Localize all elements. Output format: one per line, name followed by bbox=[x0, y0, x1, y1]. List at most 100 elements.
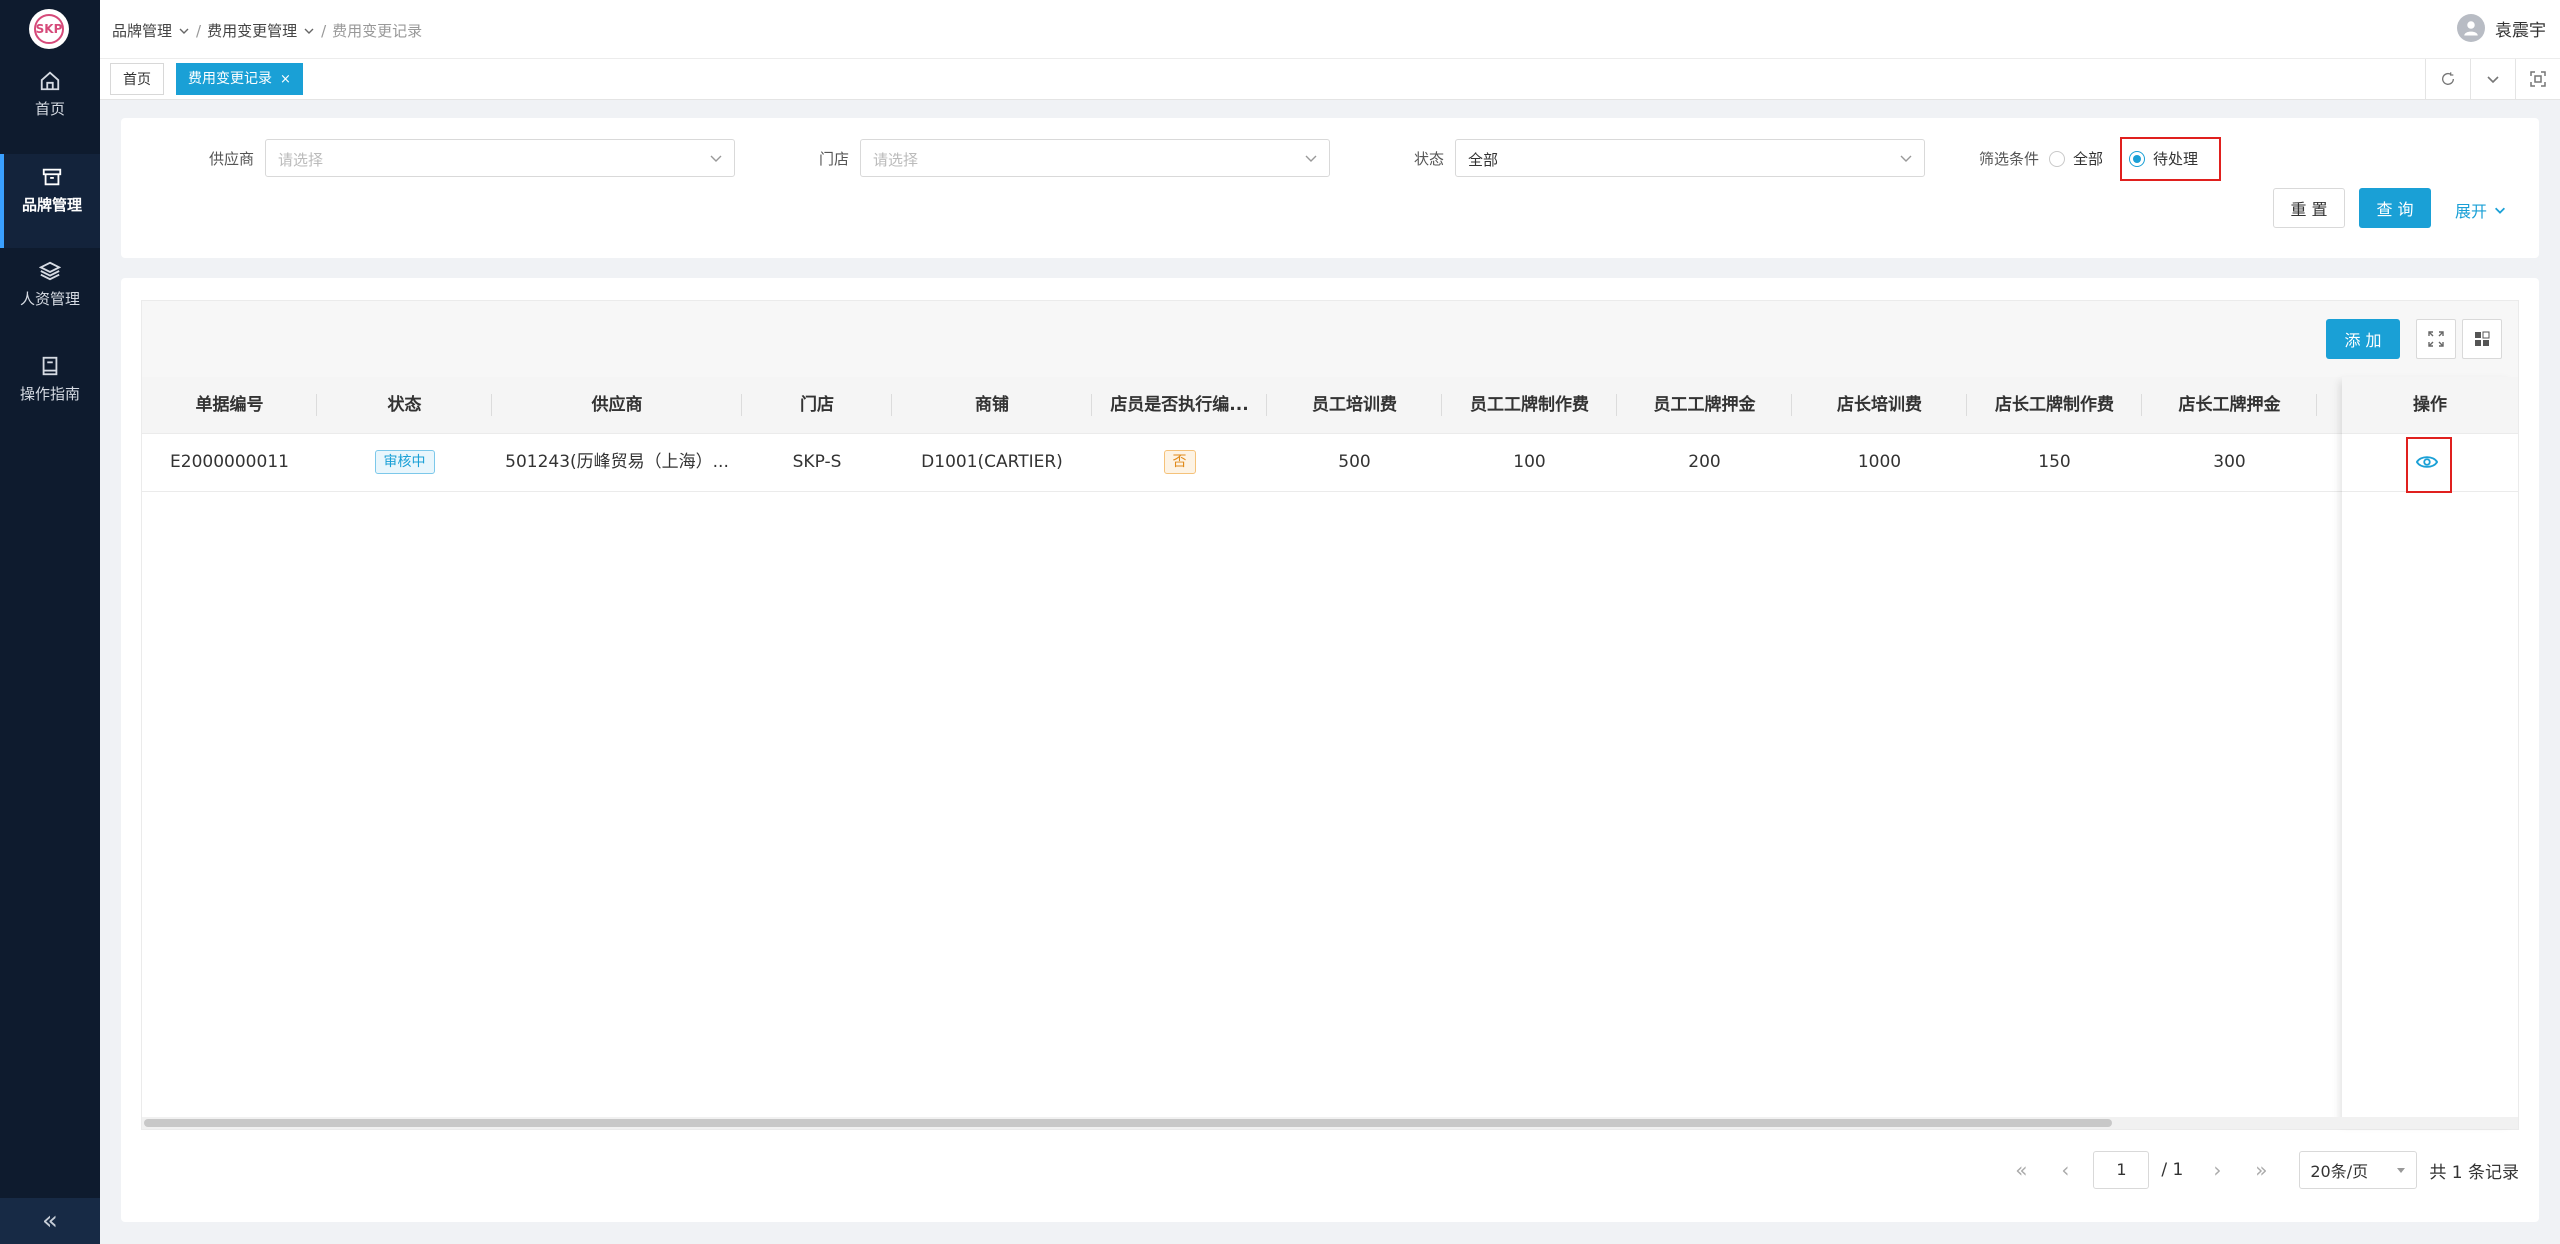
breadcrumb-separator: / bbox=[321, 21, 327, 40]
filter-panel: 供应商 请选择 门店 请选择 状态 全部 筛选条件 全部 待处理 重 置 查 询… bbox=[121, 118, 2539, 258]
radio-circle-checked bbox=[2129, 150, 2145, 167]
condition-radio-all[interactable]: 全部 bbox=[2049, 148, 2103, 169]
double-chevron-left-icon: « bbox=[42, 1206, 58, 1236]
close-icon[interactable]: × bbox=[280, 72, 291, 87]
store-label: 门店 bbox=[819, 150, 850, 168]
sidebar-collapse-button[interactable]: « bbox=[0, 1198, 100, 1244]
app-logo[interactable]: SKP bbox=[29, 9, 69, 49]
horizontal-scrollbar[interactable] bbox=[142, 1117, 2518, 1129]
sidebar-item-home[interactable]: 首页 bbox=[0, 58, 100, 152]
cell-id: E2000000011 bbox=[170, 452, 289, 472]
condition-label: 筛选条件 bbox=[1979, 150, 2040, 168]
radio-label: 全部 bbox=[2073, 150, 2104, 168]
expand-toggle[interactable]: 展开 bbox=[2455, 198, 2507, 222]
user-menu[interactable]: 袁震宇 bbox=[2457, 14, 2546, 42]
column-header-label: 单据编号 bbox=[195, 395, 264, 415]
column-settings-button[interactable] bbox=[2462, 319, 2502, 359]
chevron-down-icon bbox=[2487, 76, 2499, 84]
column-header-label: 供应商 bbox=[591, 395, 643, 415]
next-page-button[interactable]: › bbox=[2195, 1150, 2239, 1190]
column-header: 供应商 bbox=[492, 377, 742, 433]
column-header: 店长工牌制作费 bbox=[1967, 377, 2142, 433]
action-column: 操作 bbox=[2342, 377, 2518, 1129]
pagination: « ‹ 1 / 1 › » 20条/页 共 1 条记录 bbox=[1999, 1150, 2519, 1190]
status-select[interactable]: 全部 bbox=[1455, 139, 1925, 177]
total-pages: / 1 bbox=[2161, 1160, 2184, 1180]
page-size-select[interactable]: 20条/页 bbox=[2299, 1151, 2418, 1189]
table-fullscreen-button[interactable] bbox=[2416, 319, 2456, 359]
exec-badge: 否 bbox=[1163, 450, 1196, 474]
home-icon bbox=[40, 71, 60, 91]
supplier-label: 供应商 bbox=[209, 150, 255, 168]
breadcrumb-separator: / bbox=[196, 21, 202, 40]
column-header: 单据编号 bbox=[142, 377, 317, 433]
layers-icon bbox=[39, 261, 61, 281]
breadcrumb: 品牌管理 / 费用变更管理 / 费用变更记录 bbox=[112, 20, 422, 41]
breadcrumb-item[interactable]: 品牌管理 bbox=[112, 20, 172, 41]
sidebar-item-guide[interactable]: 操作指南 bbox=[0, 343, 100, 437]
reset-button[interactable]: 重 置 bbox=[2273, 188, 2345, 228]
tab-label: 费用变更记录 bbox=[188, 71, 272, 87]
table-toolbar: 添 加 bbox=[142, 301, 2518, 377]
avatar bbox=[2457, 14, 2485, 42]
page-number-input[interactable]: 1 bbox=[2093, 1151, 2150, 1189]
add-button[interactable]: 添 加 bbox=[2326, 319, 2400, 359]
query-button[interactable]: 查 询 bbox=[2359, 188, 2431, 228]
column-header: 商铺 bbox=[892, 377, 1092, 433]
sidebar-item-label: 操作指南 bbox=[19, 385, 80, 403]
column-header: 门店 bbox=[742, 377, 892, 433]
sidebar-item-label: 品牌管理 bbox=[21, 196, 82, 214]
chevron-down-icon bbox=[1900, 155, 1912, 162]
archive-icon bbox=[42, 168, 62, 186]
status-value: 全部 bbox=[1468, 151, 1499, 169]
supplier-select[interactable]: 请选择 bbox=[265, 139, 735, 177]
page-size-value: 20条/页 bbox=[2310, 1162, 2369, 1181]
user-icon bbox=[2464, 21, 2478, 36]
sidebar-item-brand[interactable]: 品牌管理 bbox=[0, 154, 100, 248]
eye-icon[interactable] bbox=[2416, 451, 2438, 473]
condition-radio-pending[interactable]: 待处理 bbox=[2129, 148, 2198, 169]
cell-exec: 否 bbox=[1092, 433, 1267, 491]
first-page-button[interactable]: « bbox=[1999, 1150, 2043, 1190]
fullscreen-icon bbox=[2530, 71, 2546, 87]
cell-mgr-badge: 150 bbox=[2038, 452, 2071, 472]
column-header: 店员是否执行编... bbox=[1092, 377, 1267, 433]
prev-page-button[interactable]: ‹ bbox=[2043, 1150, 2087, 1190]
tab-tools bbox=[2425, 59, 2560, 99]
column-header: 员工工牌押金 bbox=[1617, 377, 1792, 433]
refresh-button[interactable] bbox=[2425, 59, 2470, 99]
status-badge: 审核中 bbox=[374, 450, 435, 474]
scrollbar-thumb[interactable] bbox=[144, 1119, 2112, 1127]
double-chevron-right-icon: » bbox=[2255, 1158, 2268, 1182]
grid-icon bbox=[2475, 331, 2490, 346]
sidebar-item-label: 人资管理 bbox=[19, 290, 80, 308]
store-placeholder: 请选择 bbox=[873, 151, 919, 169]
breadcrumb-item-current: 费用变更记录 bbox=[332, 22, 423, 40]
sidebar-item-hr[interactable]: 人资管理 bbox=[0, 248, 100, 342]
chevron-down-icon bbox=[304, 28, 314, 34]
logo-mark: SKP bbox=[34, 14, 64, 44]
action-cell bbox=[2342, 433, 2518, 493]
table-row[interactable]: E2000000011 审核中 501243(历峰贸易（上海）... SKP-S… bbox=[142, 433, 2518, 492]
breadcrumb-item[interactable]: 费用变更管理 bbox=[207, 20, 297, 41]
column-header-label: 员工培训费 bbox=[1312, 395, 1397, 415]
column-header-label: 门店 bbox=[800, 395, 834, 415]
column-header-label: 员工工牌制作费 bbox=[1470, 395, 1589, 415]
tab-fee-change-record[interactable]: 费用变更记录 × bbox=[176, 63, 303, 95]
fullscreen-button[interactable] bbox=[2515, 59, 2560, 99]
store-select[interactable]: 请选择 bbox=[860, 139, 1330, 177]
column-header-label: 店长工牌制作费 bbox=[1995, 395, 2114, 415]
table-card: 添 加 单据编号 状态 供应商 门店 商铺 店员是否执行编... 员工培训费 员… bbox=[121, 278, 2539, 1222]
radio-label: 待处理 bbox=[2153, 150, 2199, 168]
last-page-button[interactable]: » bbox=[2239, 1150, 2283, 1190]
cell-mgr-training: 1000 bbox=[1857, 452, 1902, 472]
expand-arrows-icon bbox=[2428, 331, 2444, 347]
user-name: 袁震宇 bbox=[2495, 20, 2546, 41]
chevron-down-icon bbox=[179, 28, 189, 34]
cell-status: 审核中 bbox=[317, 433, 492, 491]
column-header: 员工培训费 bbox=[1267, 377, 1442, 433]
tab-home[interactable]: 首页 bbox=[110, 63, 164, 95]
radio-circle bbox=[2049, 150, 2065, 167]
tabs-dropdown-button[interactable] bbox=[2470, 59, 2515, 99]
expand-label: 展开 bbox=[2455, 202, 2488, 221]
